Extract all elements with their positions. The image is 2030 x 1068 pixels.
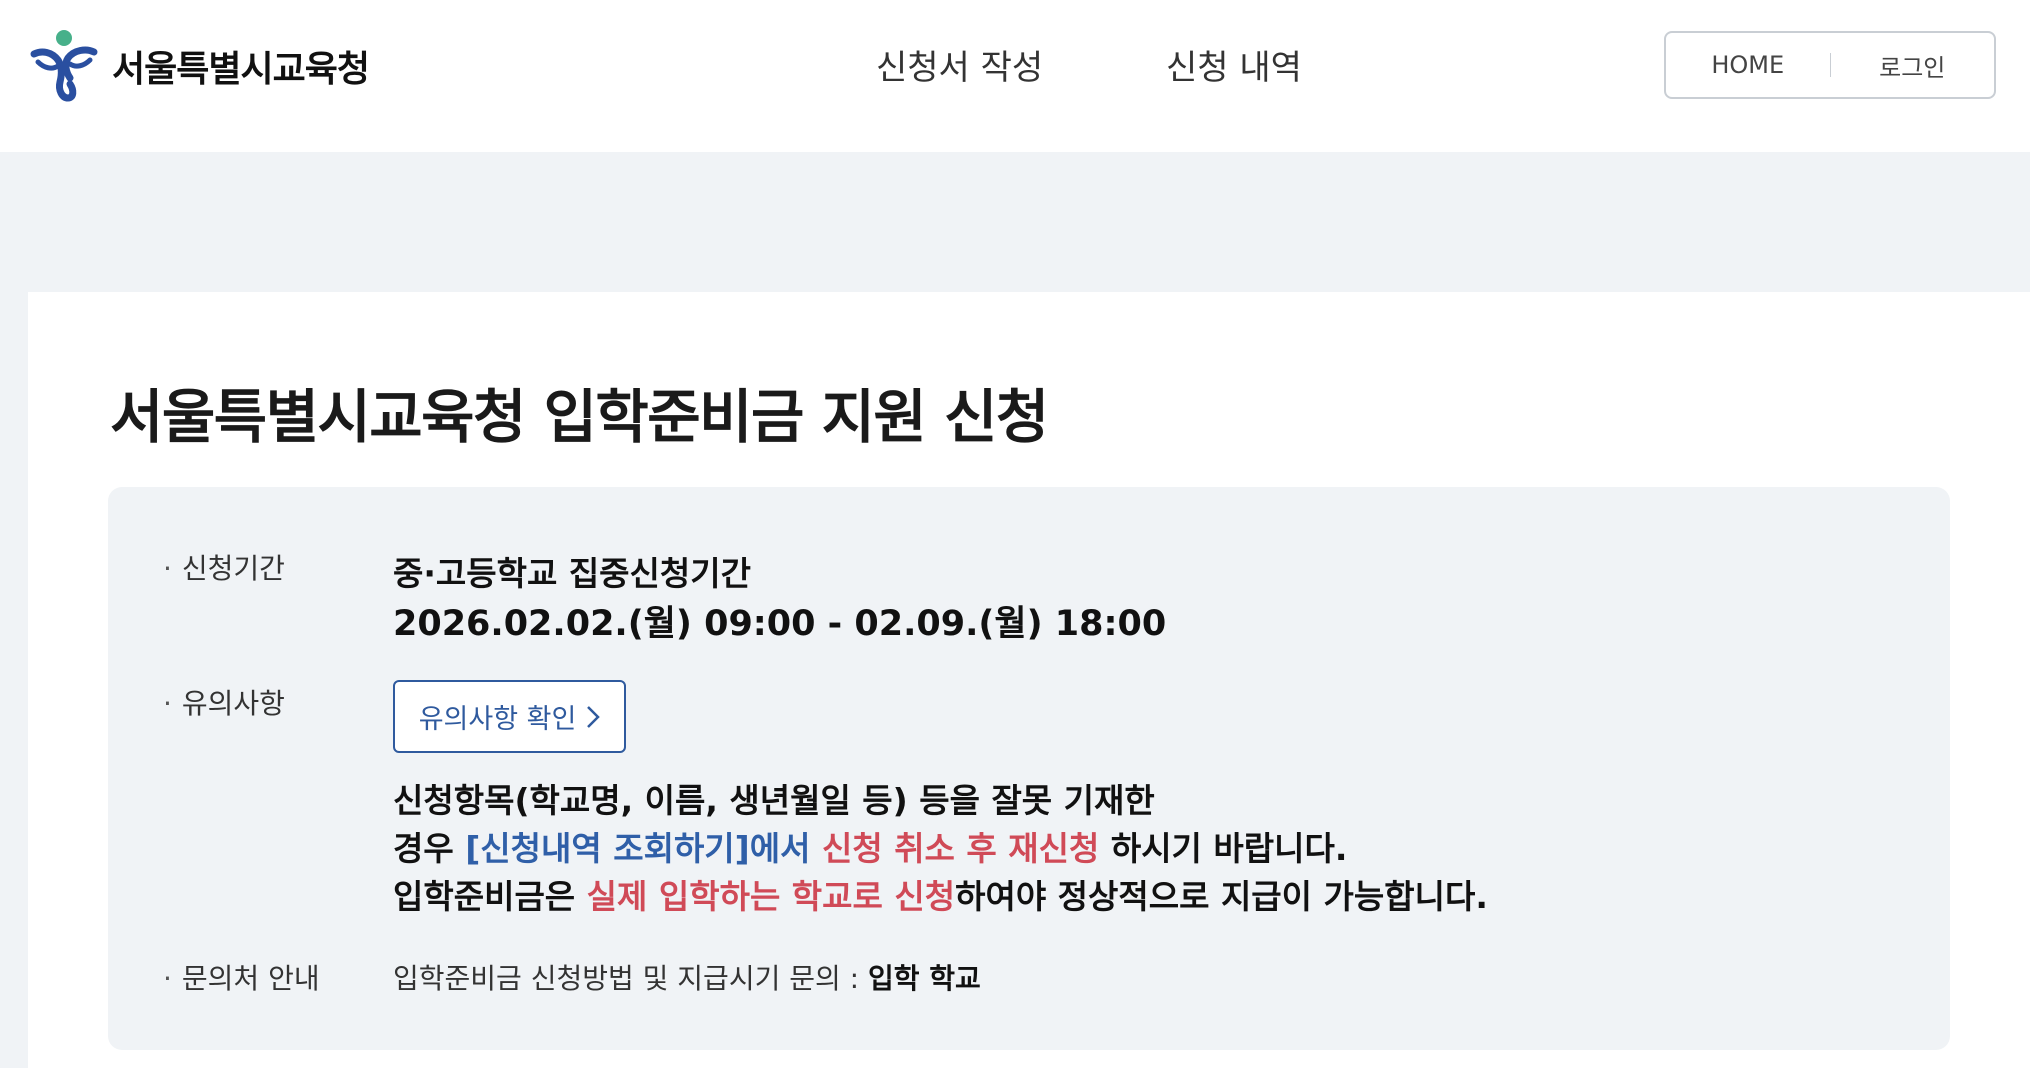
contact-label: 문의처 안내: [163, 957, 320, 997]
period-dates: 2026.02.02.(월) 09:00 - 02.09.(월) 18:00: [393, 604, 1167, 644]
notice-button-label: 유의사항 확인: [418, 704, 577, 735]
login-link[interactable]: 로그인: [1831, 48, 1995, 83]
history-lookup-link: [신청내역 조회하기]에서: [465, 829, 811, 868]
notice-line-1: 신청항목(학교명, 이름, 생년월일 등) 등을 잘못 기재한: [393, 781, 1155, 820]
site-logo[interactable]: 서울특별시교육청: [28, 28, 370, 104]
notice-line-3: 입학준비금은 실제 입학하는 학교로 신청하여야 정상적으로 지급이 가능합니다…: [393, 877, 1488, 916]
contact-text: 입학준비금 신청방법 및 지급시기 문의 : 입학 학교: [393, 962, 981, 995]
notice-text: 신청항목(학교명, 이름, 생년월일 등) 등을 잘못 기재한 경우 [신청내역…: [393, 777, 1488, 921]
period-title: 중·고등학교 집중신청기간: [393, 554, 751, 593]
util-links: HOME 로그인: [1664, 31, 1996, 99]
nav-apply-history[interactable]: 신청 내역: [1166, 40, 1302, 96]
home-link[interactable]: HOME: [1666, 51, 1830, 79]
site-header: 서울특별시교육청 신청서 작성 신청 내역 HOME 로그인: [0, 0, 2030, 152]
main-content: 서울특별시교육청 입학준비금 지원 신청 신청기간 중·고등학교 집중신청기간 …: [28, 292, 2030, 1068]
notice-check-button[interactable]: 유의사항 확인: [393, 680, 626, 753]
info-box: 신청기간 중·고등학교 집중신청기간 2026.02.02.(월) 09:00 …: [108, 487, 1950, 1050]
highlight-actual-school: 실제 입학하는 학교로 신청: [586, 877, 956, 916]
notice-line-2: 경우 [신청내역 조회하기]에서 신청 취소 후 재신청 하시기 바랍니다.: [393, 829, 1348, 868]
highlight-reapply: 신청 취소 후 재신청: [821, 829, 1100, 868]
page-title: 서울특별시교육청 입학준비금 지원 신청: [110, 383, 1049, 451]
main-nav: 신청서 작성 신청 내역: [876, 40, 1302, 96]
seoul-education-logo-icon: [30, 30, 98, 102]
chevron-right-icon: [587, 705, 601, 728]
period-label: 신청기간: [163, 547, 285, 587]
nav-apply-form[interactable]: 신청서 작성: [876, 40, 1166, 96]
logo-text: 서울특별시교육청: [112, 49, 370, 90]
contact-target: 입학 학교: [868, 962, 981, 995]
notice-label: 유의사항: [163, 682, 285, 722]
